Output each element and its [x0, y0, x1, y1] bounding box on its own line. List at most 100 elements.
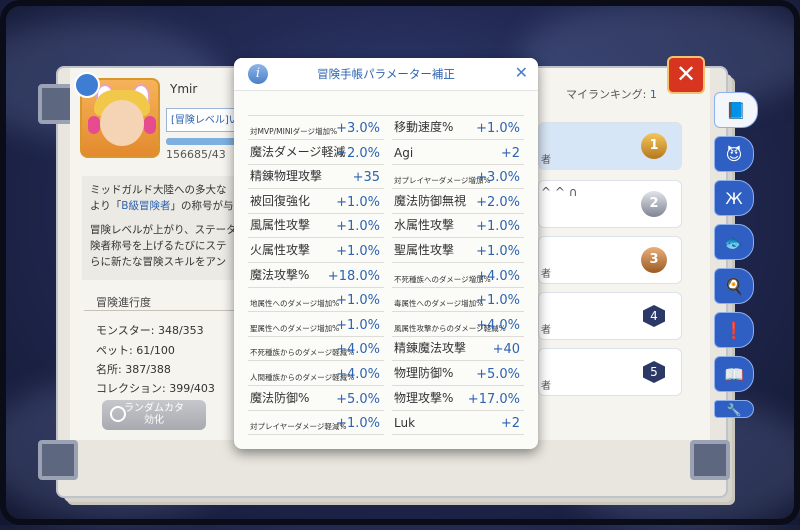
parameter-value: +3.0%	[476, 170, 520, 186]
parameter-value: +2.0%	[476, 194, 520, 210]
progress-title: 冒険進行度	[96, 296, 151, 309]
parameter-value: +3.0%	[336, 121, 380, 136]
silver-medal-icon: 2	[641, 191, 667, 217]
parameter-label: 聖属性へのダメージ増加%	[250, 323, 340, 333]
parameter-cell: 魔法防御無視 +2.0%	[392, 190, 524, 214]
headphone-right	[144, 116, 156, 134]
parameter-cell: 物理攻撃% +17.0%	[392, 387, 524, 411]
tab-cooking[interactable]: 🍳	[714, 268, 754, 304]
tab-pet[interactable]: Ж	[714, 180, 754, 216]
parameter-value: +4.0%	[336, 367, 380, 382]
ranking-row[interactable]: 者 3	[538, 236, 682, 284]
parameter-cell: Luk +2	[392, 411, 524, 436]
parameter-label: 毒属性へのダメージ増加%	[394, 299, 484, 309]
modal-close-button[interactable]: ✕	[515, 63, 528, 82]
parameter-label: 魔法ダメージ軽減	[250, 144, 346, 159]
parameter-value: +5.0%	[336, 391, 380, 407]
parameter-value: +1.0%	[336, 317, 380, 333]
parameter-cell: 対プレイヤーダメージ増加% +3.0%	[392, 165, 524, 190]
parameter-cell: 魔法ダメージ軽減 +2.0%	[248, 141, 384, 165]
parameter-label: 地属性へのダメージ増加%	[250, 299, 340, 309]
parameter-label: 物理攻撃%	[394, 390, 454, 405]
my-ranking-value: 1	[649, 88, 657, 101]
desc-text: 」の称号が与	[170, 200, 234, 212]
random-card-button[interactable]: ランダムカタ 効化	[102, 400, 206, 430]
parameter-label: 風属性攻撃	[250, 218, 311, 233]
parameter-cell: 移動速度% +1.0%	[392, 116, 524, 140]
parameter-value: +1.0%	[476, 244, 520, 259]
xp-text: 156685/43	[166, 148, 226, 161]
parameter-label: 対プレイヤーダメージ軽減%	[250, 422, 347, 432]
parameter-bonus-modal: i 冒険手帳パラメーター補正 ✕ 対MVP/MINIダージ増加% +3.0% 移動速…	[234, 58, 538, 449]
parameter-label: 聖属性攻撃	[394, 243, 455, 257]
parameter-label: 不死種族へのダメージ増加%	[394, 274, 491, 284]
close-book-button[interactable]: ✕	[667, 56, 705, 94]
rank-badge-icon: 5	[643, 361, 665, 383]
parameter-value: +1.0%	[336, 244, 380, 259]
monster-progress: モンスター: 348/353	[96, 324, 204, 337]
parameter-value: +18.0%	[327, 268, 380, 284]
parameter-cell: 魔法攻撃% +18.0%	[248, 264, 384, 288]
ranking-row[interactable]: 者 1	[538, 122, 682, 170]
tab-records[interactable]: 📖	[714, 356, 754, 392]
parameter-label: 精錬魔法攻撃	[394, 341, 467, 356]
my-ranking-label: マイランキング:	[566, 88, 650, 101]
parameter-cell: 聖属性攻撃 +1.0%	[392, 239, 524, 263]
parameter-label: Luk	[394, 416, 416, 431]
parameter-value: +2.0%	[336, 145, 380, 161]
parameter-cell: 聖属性へのダメージ増加% +1.0%	[248, 313, 384, 337]
modal-header: i 冒険手帳パラメーター補正 ✕	[234, 58, 538, 91]
ranking-name-tail: 者	[541, 381, 551, 392]
parameter-cell: 対MVP/MINIダージ増加% +3.0%	[248, 116, 384, 140]
parameter-label: 火属性攻撃	[250, 243, 311, 257]
parameter-label: 対MVP/MINIダージ増加%	[250, 127, 338, 136]
tab-fish[interactable]: 🐟	[714, 224, 754, 260]
parameter-label: 被回復強化	[250, 193, 311, 208]
parameter-value: +5.0%	[476, 367, 520, 382]
ranking-row[interactable]: 者 5	[538, 348, 682, 396]
book-corner-ornament	[38, 440, 78, 480]
ranking-name-tail: 者	[541, 269, 551, 280]
parameter-label: 風属性攻撃からのダメージ軽減%	[394, 323, 506, 333]
parameter-label: 不死種族からのダメージ軽減%	[250, 348, 355, 358]
parameter-cell: 不死種族へのダメージ増加% +4.0%	[392, 264, 524, 288]
ranking-name-tail: ^ ^ ∩	[541, 185, 578, 199]
parameter-cell: 被回復強化 +1.0%	[248, 190, 384, 214]
tab-notebook[interactable]: 📘	[714, 92, 758, 128]
parameter-label: 物理防御%	[394, 366, 454, 380]
parameter-cell: 魔法防御% +5.0%	[248, 387, 384, 411]
parameter-value: +1.0%	[476, 293, 520, 309]
parameter-value: +17.0%	[467, 391, 520, 407]
tab-event[interactable]: ❗	[714, 312, 754, 348]
rank-badge-icon: 4	[643, 305, 665, 327]
parameter-value: +1.0%	[336, 219, 380, 235]
my-ranking: マイランキング: 1	[566, 86, 657, 102]
parameter-label: 精錬物理攻撃	[250, 169, 323, 184]
parameter-cell: 地属性へのダメージ増加% +1.0%	[248, 288, 384, 313]
ranking-row[interactable]: ^ ^ ∩ 2	[538, 180, 682, 228]
tab-monster[interactable]: 😈	[714, 136, 754, 172]
headphone-left	[88, 116, 100, 134]
parameter-value: +1.0%	[336, 194, 380, 210]
parameter-value: +35	[352, 170, 380, 186]
parameter-cell: 精錬魔法攻撃 +40	[392, 337, 524, 362]
parameter-value: +4.0%	[336, 342, 380, 358]
parameter-value: +4.0%	[476, 268, 520, 284]
parameter-value: +2	[500, 145, 520, 161]
parameter-value: +1.0%	[336, 416, 380, 432]
player-name: Ymir	[170, 82, 198, 96]
tab-tools[interactable]: 🔧	[714, 400, 754, 418]
desc-text: より「	[90, 200, 122, 212]
book-corner-ornament	[690, 440, 730, 480]
parameter-cell: Agi +2	[392, 141, 524, 165]
parameter-cell: 物理防御% +5.0%	[392, 362, 524, 386]
parameter-list[interactable]: 対MVP/MINIダージ増加% +3.0% 移動速度% +1.0% 魔法ダメージ軽減 +2…	[248, 96, 524, 446]
parameter-label: 水属性攻撃	[394, 218, 455, 233]
parameter-cell: 水属性攻撃 +1.0%	[392, 214, 524, 239]
parameter-cell: 風属性攻撃からのダメージ軽減% +4.0%	[392, 313, 524, 337]
parameter-cell: 不死種族からのダメージ軽減% +4.0%	[248, 337, 384, 362]
ranking-name-tail: 者	[541, 325, 551, 336]
parameter-label: 魔法防御%	[250, 390, 310, 405]
ranking-row[interactable]: 者 4	[538, 292, 682, 340]
parameter-label: 移動速度%	[394, 120, 454, 134]
